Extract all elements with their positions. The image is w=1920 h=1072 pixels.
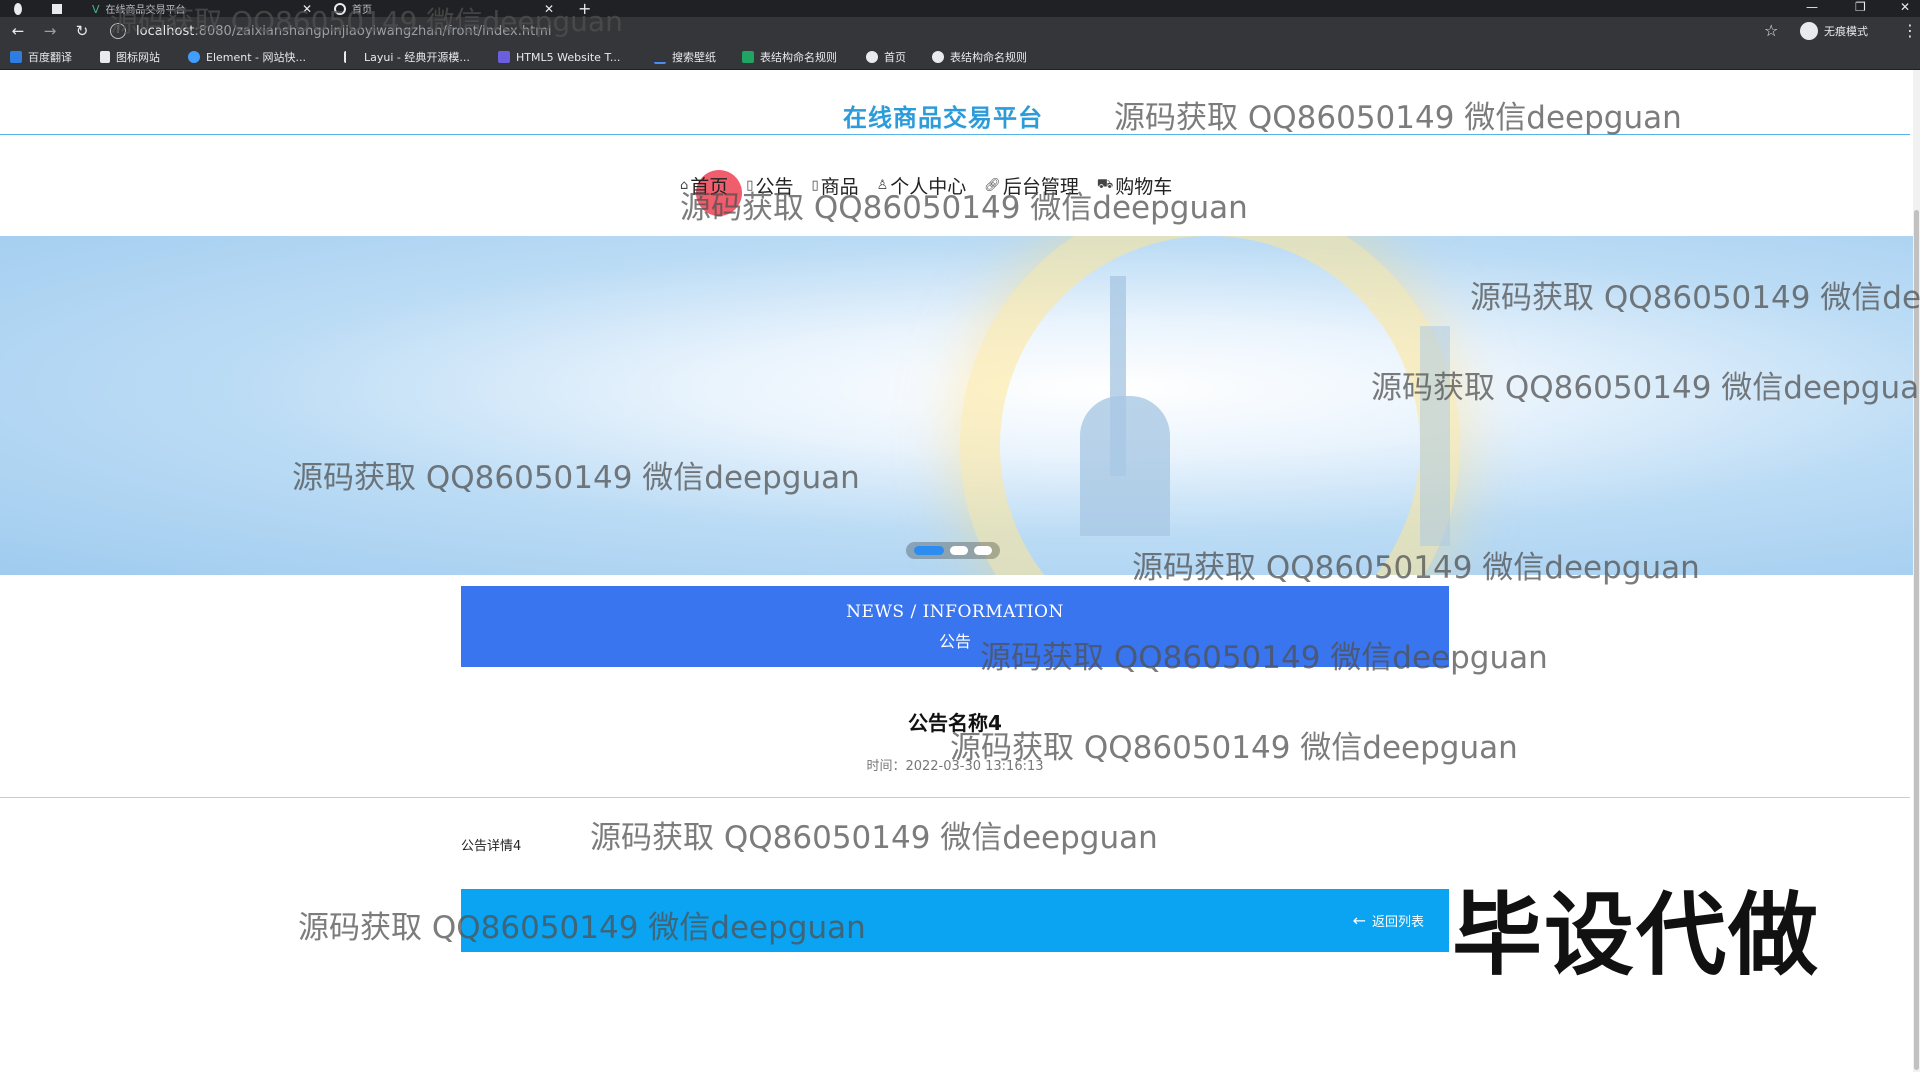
browser-menu-dots-icon[interactable]: ⋮ (1902, 21, 1918, 40)
window-icon[interactable] (52, 0, 68, 17)
notice-content: 公告详情4 (461, 839, 522, 854)
element-icon (188, 51, 200, 63)
bookmark-item[interactable]: Element - 网站快... (188, 49, 306, 65)
carousel-dot[interactable] (974, 546, 992, 555)
html5-icon (498, 51, 510, 63)
watermark: 源码获取 QQ86050149 微信deepguan (292, 460, 860, 496)
carousel-indicators (906, 542, 1000, 559)
bookmark-item[interactable]: 图标网站 (100, 49, 160, 65)
back-to-list-button[interactable]: ← 返回列表 (1353, 911, 1424, 930)
bookmark-item[interactable]: 表结构命名规则 (742, 49, 837, 65)
bookmark-item[interactable]: 百度翻译 (10, 49, 72, 65)
vue-logo-icon: V (92, 2, 100, 16)
watermark: 源码获取 QQ86050149 微信deepguan (1371, 370, 1920, 406)
watermark: 源码获取 QQ86050149 微信deepguan (950, 730, 1518, 766)
minimize-icon[interactable]: — (1806, 0, 1818, 14)
bookmark-item[interactable]: 表结构命名规则 (932, 49, 1027, 65)
bookmark-item[interactable]: 首页 (866, 49, 906, 65)
watermark: 源码获取 QQ86050149 微信deepguan (1132, 550, 1700, 586)
watermark: 源码获取 QQ86050149 微信deepguan (980, 640, 1548, 676)
translate-icon (10, 51, 22, 63)
arrow-left-icon: ← (1352, 911, 1366, 930)
incognito-label: 无痕模式 (1824, 25, 1868, 38)
carousel-dot[interactable] (914, 546, 944, 555)
incognito-profile[interactable]: 无痕模式 (1800, 22, 1868, 40)
globe-icon (932, 51, 944, 63)
watermark: 源码获取 QQ86050149 微信deepguan (590, 820, 1158, 856)
scrollbar-thumb[interactable] (1914, 210, 1919, 1070)
incognito-icon (1800, 22, 1818, 40)
browser-menu-icon[interactable] (14, 0, 28, 17)
banner-building (1420, 326, 1450, 546)
watermark-large: 毕设代做 (1452, 883, 1820, 988)
bookmark-star-icon[interactable]: ☆ (1764, 21, 1778, 40)
watermark: 源码获取 QQ86050149 微信deepguan (110, 5, 623, 38)
forward-arrow-icon[interactable]: → (40, 21, 60, 41)
globe-icon (866, 51, 878, 63)
sheet-icon (742, 51, 754, 63)
back-to-list-label: 返回列表 (1371, 915, 1424, 930)
watermark: 源码获取 QQ86050149 微信deepguan (298, 910, 866, 946)
watermark: 源码获取 QQ86050149 微信deepguan (680, 190, 1248, 226)
carousel-dot[interactable] (950, 546, 968, 555)
news-heading-en: NEWS / INFORMATION (846, 602, 1064, 622)
bookmark-item[interactable]: 搜索壁纸 (654, 49, 716, 65)
banner-building (1080, 396, 1170, 536)
watermark: 源码获取 QQ86050149 微信deepguan (1470, 280, 1920, 316)
layui-icon (344, 51, 358, 63)
close-window-icon[interactable]: ✕ (1900, 0, 1910, 14)
reload-icon[interactable]: ↻ (72, 21, 92, 41)
bookmark-item[interactable]: HTML5 Website T... (498, 49, 620, 65)
site-title: 在线商品交易平台 (843, 104, 1043, 132)
bookmarks-bar: 百度翻译 图标网站 Element - 网站快... Layui - 经典开源模… (0, 45, 1920, 70)
back-arrow-icon[interactable]: ← (8, 21, 28, 41)
flag-icon (100, 51, 110, 63)
watermark: 源码获取 QQ86050149 微信deepguan (1114, 100, 1682, 136)
bookmark-item[interactable]: Layui - 经典开源模... (344, 49, 470, 65)
restore-icon[interactable]: ❐ (1855, 0, 1866, 14)
wallpaper-icon (654, 50, 666, 64)
content-divider (0, 797, 1910, 798)
